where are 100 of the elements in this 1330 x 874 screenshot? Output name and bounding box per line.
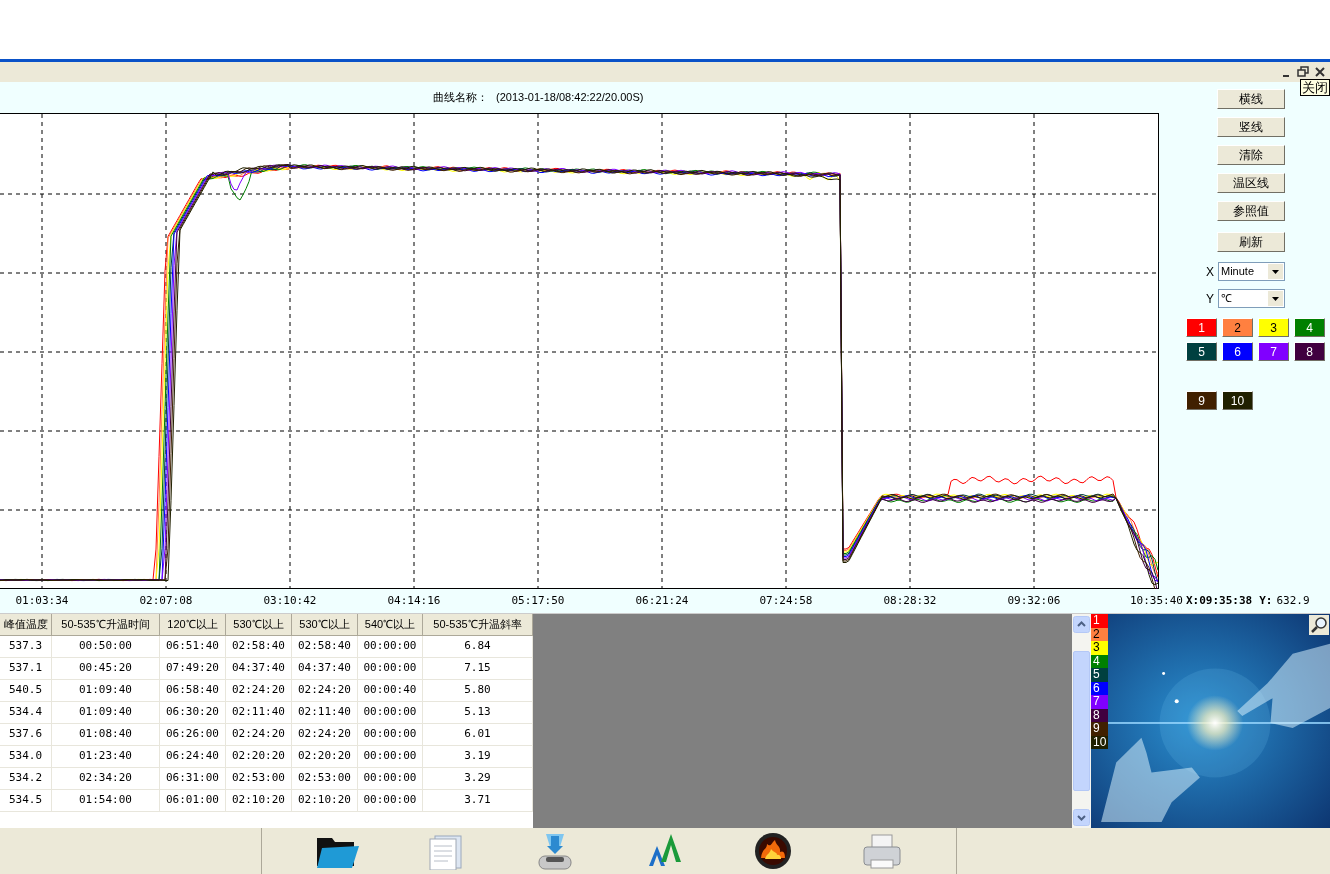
x-axis-tick-label: 06:21:24 xyxy=(635,592,689,609)
table-cell: 00:00:00 xyxy=(358,746,423,768)
table-cell: 02:11:40 xyxy=(292,702,358,724)
channel-button[interactable]: 1 xyxy=(1186,318,1217,337)
legend-swatch: 3 xyxy=(1091,641,1108,655)
table-cell: 02:20:20 xyxy=(226,746,292,768)
toolbar-button[interactable]: 竖线 xyxy=(1217,117,1285,137)
table-cell: 02:10:20 xyxy=(226,790,292,812)
table-cell: 00:00:00 xyxy=(358,702,423,724)
x-axis-tick-label: 05:17:50 xyxy=(511,592,565,609)
column-header[interactable]: 120℃以上 xyxy=(160,614,226,636)
unit-select[interactable]: Minute xyxy=(1218,262,1285,281)
table-cell: 02:10:20 xyxy=(292,790,358,812)
x-axis-tick-label: 08:28:32 xyxy=(883,592,937,609)
table-cell: 06:31:00 xyxy=(160,768,226,790)
cursor-y-label: Y: xyxy=(1259,592,1273,609)
channel-button[interactable]: 4 xyxy=(1294,318,1325,337)
table-cell: 00:00:40 xyxy=(358,680,423,702)
table-cell: 01:09:40 xyxy=(52,702,160,724)
scroll-down-icon[interactable] xyxy=(1073,809,1090,826)
scrollbar[interactable] xyxy=(1072,614,1091,828)
table-cell: 02:58:40 xyxy=(292,636,358,658)
x-axis-tick-label: 10:35:40 xyxy=(1130,592,1183,609)
table-cell: 537.3 xyxy=(0,636,52,658)
table-cell: 00:00:00 xyxy=(358,768,423,790)
table-cell: 01:09:40 xyxy=(52,680,160,702)
channel-button[interactable]: 9 xyxy=(1186,391,1217,410)
toolbar-button[interactable]: 清除 xyxy=(1217,145,1285,165)
table-cell: 04:37:40 xyxy=(226,658,292,680)
table-cell: 00:00:00 xyxy=(358,658,423,680)
column-header[interactable]: 峰值温度 xyxy=(0,614,52,636)
toolbar-button[interactable]: 刷新 xyxy=(1217,232,1285,252)
table-cell: 00:00:00 xyxy=(358,724,423,746)
table-cell: 07:49:20 xyxy=(160,658,226,680)
table-cell: 02:24:20 xyxy=(226,724,292,746)
channel-button[interactable]: 8 xyxy=(1294,342,1325,361)
scroll-up-icon[interactable] xyxy=(1073,616,1090,633)
axis-label: X xyxy=(1205,263,1214,281)
channel-button[interactable]: 5 xyxy=(1186,342,1217,361)
channel-button[interactable]: 10 xyxy=(1222,391,1253,410)
table-cell: 537.6 xyxy=(0,724,52,746)
column-header[interactable]: 540℃以上 xyxy=(358,614,423,636)
table-cell: 02:53:00 xyxy=(292,768,358,790)
cursor-y-value: 632.9 xyxy=(1276,592,1310,609)
table-cell: 06:24:40 xyxy=(160,746,226,768)
cursor-x-label: X: xyxy=(1186,592,1200,609)
channel-button[interactable]: 7 xyxy=(1258,342,1289,361)
axis-label: Y xyxy=(1205,290,1214,308)
legend-swatch: 9 xyxy=(1091,722,1108,736)
cursor-x-value: 09:35:38 xyxy=(1199,592,1253,609)
x-axis-tick-label: 04:14:16 xyxy=(387,592,441,609)
curve-name-label: 曲线名称： xyxy=(433,90,488,106)
column-header[interactable]: 530℃以上 xyxy=(226,614,292,636)
table-cell: 06:58:40 xyxy=(160,680,226,702)
scroll-thumb[interactable] xyxy=(1073,651,1090,791)
table-cell: 01:08:40 xyxy=(52,724,160,746)
column-header[interactable]: 50-535℃升温时间 xyxy=(52,614,160,636)
zoom-icon[interactable] xyxy=(1309,615,1329,635)
x-axis-tick-label: 02:07:08 xyxy=(139,592,193,609)
table-cell: 06:01:00 xyxy=(160,790,226,812)
table-cell: 534.0 xyxy=(0,746,52,768)
table-cell: 00:50:00 xyxy=(52,636,160,658)
toolbar-button[interactable]: 横线 xyxy=(1217,89,1285,109)
table-cell: 06:51:40 xyxy=(160,636,226,658)
table-cell: 02:34:20 xyxy=(52,768,160,790)
channel-button[interactable]: 6 xyxy=(1222,342,1253,361)
table-cell: 02:58:40 xyxy=(226,636,292,658)
table-cell: 02:24:20 xyxy=(226,680,292,702)
legend-swatch: 1 xyxy=(1091,614,1108,628)
channel-button[interactable]: 3 xyxy=(1258,318,1289,337)
table-cell: 01:23:40 xyxy=(52,746,160,768)
table-cell: 00:00:00 xyxy=(358,790,423,812)
table-cell: 534.5 xyxy=(0,790,52,812)
toolbar-button[interactable]: 温区线 xyxy=(1217,173,1285,193)
table-cell: 540.5 xyxy=(0,680,52,702)
tooltip: 关闭 xyxy=(1300,79,1330,96)
table-cell: 02:11:40 xyxy=(226,702,292,724)
toolbar-button[interactable]: 参照值 xyxy=(1217,201,1285,221)
table-cell: 01:54:00 xyxy=(52,790,160,812)
table-cell: 06:30:20 xyxy=(160,702,226,724)
legend-swatch: 7 xyxy=(1091,695,1108,709)
table-cell: 02:24:20 xyxy=(292,680,358,702)
restore-icon[interactable] xyxy=(1296,65,1310,79)
close-icon[interactable] xyxy=(1313,65,1327,79)
table-cell: 02:53:00 xyxy=(226,768,292,790)
table-cell: 534.2 xyxy=(0,768,52,790)
table-cell: 06:26:00 xyxy=(160,724,226,746)
table-cell: 534.4 xyxy=(0,702,52,724)
table-cell: 02:24:20 xyxy=(292,724,358,746)
channel-button[interactable]: 2 xyxy=(1222,318,1253,337)
x-axis-tick-label: 07:24:58 xyxy=(759,592,813,609)
table-cell: 00:00:00 xyxy=(358,636,423,658)
unit-select[interactable]: ℃ xyxy=(1218,289,1285,308)
table-cell: 02:20:20 xyxy=(292,746,358,768)
table-cell: 537.1 xyxy=(0,658,52,680)
legend-swatch: 5 xyxy=(1091,668,1108,682)
curve-name-value: (2013-01-18/08:42:22/20.00S) xyxy=(496,90,644,106)
table-cell: 00:45:20 xyxy=(52,658,160,680)
column-header[interactable]: 530℃以上 xyxy=(292,614,358,636)
x-axis-tick-label: 03:10:42 xyxy=(263,592,317,609)
